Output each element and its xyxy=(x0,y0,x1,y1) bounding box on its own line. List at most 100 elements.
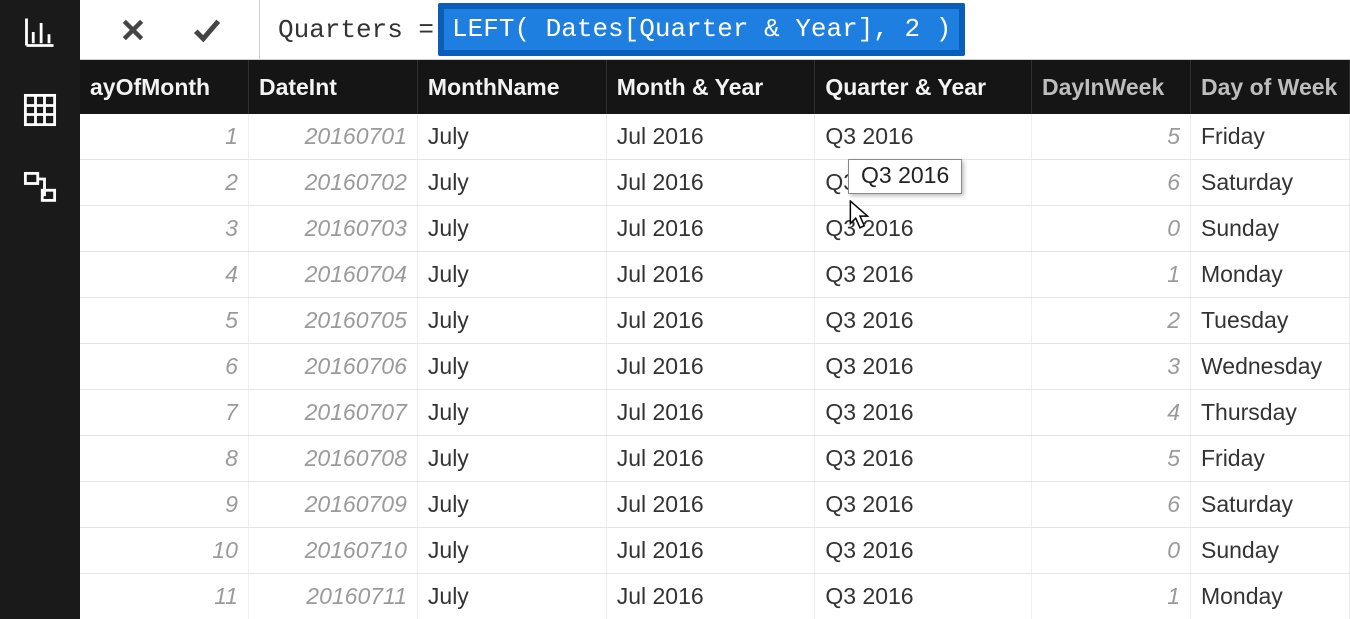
table-row[interactable]: 720160707JulyJul 2016Q3 20164Thursday xyxy=(80,390,1350,436)
cell-monthyear[interactable]: Jul 2016 xyxy=(607,344,816,389)
table-row[interactable]: 620160706JulyJul 2016Q3 20163Wednesday xyxy=(80,344,1350,390)
cell-monthname[interactable]: July xyxy=(418,482,607,527)
cell-quarteryear[interactable]: Q3 2016 xyxy=(815,436,1032,481)
table-row[interactable]: 1020160710JulyJul 2016Q3 20160Sunday xyxy=(80,528,1350,574)
cell-dayinweek[interactable]: 1 xyxy=(1032,574,1191,619)
cell-dayofmonth[interactable]: 9 xyxy=(80,482,249,527)
table-row[interactable]: 120160701JulyJul 2016Q3 20165Friday xyxy=(80,114,1350,160)
cell-dateint[interactable]: 20160703 xyxy=(249,206,418,251)
cell-dayofweek[interactable]: Thursday xyxy=(1191,390,1350,435)
table-row[interactable]: 1120160711JulyJul 2016Q3 20161Monday xyxy=(80,574,1350,619)
cell-dayofweek[interactable]: Tuesday xyxy=(1191,298,1350,343)
cell-dateint[interactable]: 20160702 xyxy=(249,160,418,205)
cell-dayinweek[interactable]: 4 xyxy=(1032,390,1191,435)
cell-dayofmonth[interactable]: 7 xyxy=(80,390,249,435)
cell-dayinweek[interactable]: 5 xyxy=(1032,436,1191,481)
cell-monthname[interactable]: July xyxy=(418,528,607,573)
cell-monthname[interactable]: July xyxy=(418,574,607,619)
cell-dayofweek[interactable]: Sunday xyxy=(1191,206,1350,251)
cell-dayofmonth[interactable]: 4 xyxy=(80,252,249,297)
formula-input[interactable]: Quarters = LEFT( Dates[Quarter & Year], … xyxy=(260,0,1350,59)
cell-dayofweek[interactable]: Monday xyxy=(1191,252,1350,297)
cell-monthyear[interactable]: Jul 2016 xyxy=(607,390,816,435)
cell-dayinweek[interactable]: 0 xyxy=(1032,206,1191,251)
cell-dayofweek[interactable]: Wednesday xyxy=(1191,344,1350,389)
cell-quarteryear[interactable]: Q3 2016 xyxy=(815,482,1032,527)
col-header-quarter-year[interactable]: Quarter & Year xyxy=(815,60,1032,114)
cell-quarteryear[interactable]: Q3 2016 xyxy=(815,344,1032,389)
cell-monthname[interactable]: July xyxy=(418,206,607,251)
table-row[interactable]: 520160705JulyJul 2016Q3 20162Tuesday xyxy=(80,298,1350,344)
table-row[interactable]: 320160703JulyJul 2016Q3 20160Sunday xyxy=(80,206,1350,252)
cancel-button[interactable] xyxy=(116,13,150,47)
cell-dayofweek[interactable]: Saturday xyxy=(1191,482,1350,527)
model-view-icon[interactable] xyxy=(20,168,60,208)
cell-dateint[interactable]: 20160711 xyxy=(249,574,418,619)
cell-monthyear[interactable]: Jul 2016 xyxy=(607,298,816,343)
cell-dayofmonth[interactable]: 2 xyxy=(80,160,249,205)
cell-dateint[interactable]: 20160706 xyxy=(249,344,418,389)
cell-dayofweek[interactable]: Friday xyxy=(1191,436,1350,481)
col-header-dayofweek[interactable]: Day of Week xyxy=(1191,60,1350,114)
cell-monthname[interactable]: July xyxy=(418,252,607,297)
cell-monthname[interactable]: July xyxy=(418,114,607,159)
cell-monthyear[interactable]: Jul 2016 xyxy=(607,574,816,619)
cell-quarteryear[interactable]: Q3 2016 xyxy=(815,206,1032,251)
cell-monthname[interactable]: July xyxy=(418,436,607,481)
cell-dateint[interactable]: 20160707 xyxy=(249,390,418,435)
cell-dateint[interactable]: 20160709 xyxy=(249,482,418,527)
cell-dayofmonth[interactable]: 10 xyxy=(80,528,249,573)
cell-dayofmonth[interactable]: 11 xyxy=(80,574,249,619)
cell-dayinweek[interactable]: 1 xyxy=(1032,252,1191,297)
table-row[interactable]: 420160704JulyJul 2016Q3 20161Monday xyxy=(80,252,1350,298)
cell-dayofmonth[interactable]: 8 xyxy=(80,436,249,481)
table-row[interactable]: 220160702JulyJul 2016Q3 20166Saturday xyxy=(80,160,1350,206)
cell-dayofmonth[interactable]: 5 xyxy=(80,298,249,343)
cell-dayofmonth[interactable]: 6 xyxy=(80,344,249,389)
cell-dayofweek[interactable]: Friday xyxy=(1191,114,1350,159)
report-view-icon[interactable] xyxy=(20,12,60,52)
cell-dateint[interactable]: 20160708 xyxy=(249,436,418,481)
cell-dayofweek[interactable]: Monday xyxy=(1191,574,1350,619)
col-header-monthname[interactable]: MonthName xyxy=(418,60,607,114)
cell-quarteryear[interactable]: Q3 2016 xyxy=(815,574,1032,619)
cell-quarteryear[interactable]: Q3 2016 xyxy=(815,252,1032,297)
cell-dayofweek[interactable]: Saturday xyxy=(1191,160,1350,205)
cell-quarteryear[interactable]: Q3 2016 xyxy=(815,160,1032,205)
cell-dayinweek[interactable]: 0 xyxy=(1032,528,1191,573)
col-header-dayofmonth[interactable]: ayOfMonth xyxy=(80,60,249,114)
data-grid[interactable]: ayOfMonth DateInt MonthName Month & Year… xyxy=(80,60,1350,619)
cell-dayinweek[interactable]: 6 xyxy=(1032,482,1191,527)
cell-dayofweek[interactable]: Sunday xyxy=(1191,528,1350,573)
cell-monthname[interactable]: July xyxy=(418,298,607,343)
cell-monthyear[interactable]: Jul 2016 xyxy=(607,528,816,573)
cell-monthyear[interactable]: Jul 2016 xyxy=(607,252,816,297)
cell-dayinweek[interactable]: 2 xyxy=(1032,298,1191,343)
table-row[interactable]: 920160709JulyJul 2016Q3 20166Saturday xyxy=(80,482,1350,528)
cell-quarteryear[interactable]: Q3 2016 xyxy=(815,390,1032,435)
col-header-month-year[interactable]: Month & Year xyxy=(607,60,816,114)
cell-dateint[interactable]: 20160705 xyxy=(249,298,418,343)
cell-monthyear[interactable]: Jul 2016 xyxy=(607,160,816,205)
cell-dateint[interactable]: 20160704 xyxy=(249,252,418,297)
cell-dayinweek[interactable]: 5 xyxy=(1032,114,1191,159)
cell-monthname[interactable]: July xyxy=(418,344,607,389)
cell-dayinweek[interactable]: 6 xyxy=(1032,160,1191,205)
cell-quarteryear[interactable]: Q3 2016 xyxy=(815,114,1032,159)
data-view-icon[interactable] xyxy=(20,90,60,130)
cell-monthyear[interactable]: Jul 2016 xyxy=(607,114,816,159)
cell-monthyear[interactable]: Jul 2016 xyxy=(607,206,816,251)
cell-dateint[interactable]: 20160701 xyxy=(249,114,418,159)
cell-monthyear[interactable]: Jul 2016 xyxy=(607,436,816,481)
table-row[interactable]: 820160708JulyJul 2016Q3 20165Friday xyxy=(80,436,1350,482)
col-header-dayinweek[interactable]: DayInWeek xyxy=(1032,60,1191,114)
cell-dateint[interactable]: 20160710 xyxy=(249,528,418,573)
commit-button[interactable] xyxy=(190,13,224,47)
cell-dayinweek[interactable]: 3 xyxy=(1032,344,1191,389)
cell-monthname[interactable]: July xyxy=(418,160,607,205)
cell-monthname[interactable]: July xyxy=(418,390,607,435)
col-header-dateint[interactable]: DateInt xyxy=(249,60,418,114)
cell-quarteryear[interactable]: Q3 2016 xyxy=(815,298,1032,343)
cell-dayofmonth[interactable]: 1 xyxy=(80,114,249,159)
cell-quarteryear[interactable]: Q3 2016 xyxy=(815,528,1032,573)
